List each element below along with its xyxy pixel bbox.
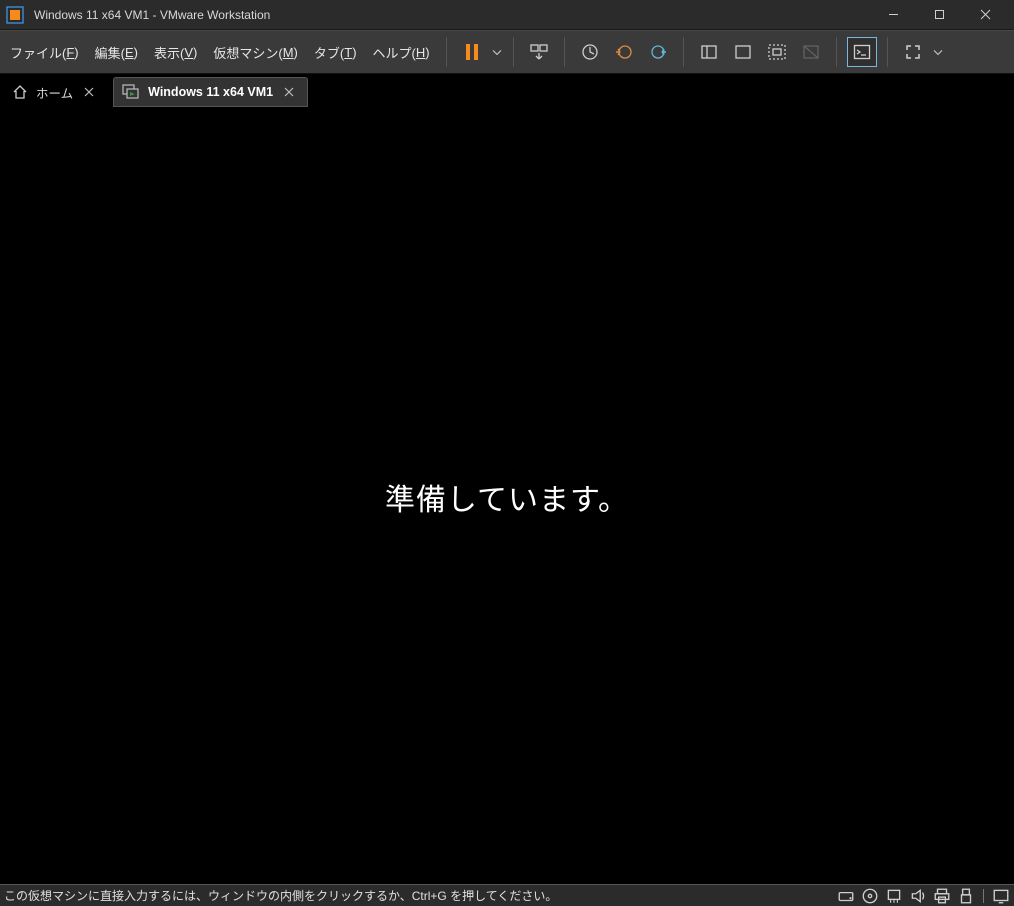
- menu-help-hotkey: H: [416, 45, 425, 60]
- menu-vm-prefix: 仮想マシン(: [213, 43, 282, 62]
- tab-home-label: ホーム: [36, 83, 73, 102]
- take-snapshot-button[interactable]: [575, 37, 605, 67]
- status-hint: この仮想マシンに直接入力するには、ウィンドウの内側をクリックするか、Ctrl+G…: [4, 887, 837, 904]
- tab-vm[interactable]: Windows 11 x64 VM1: [113, 77, 308, 107]
- open-console-button[interactable]: [847, 37, 877, 67]
- tab-home-close[interactable]: [81, 84, 97, 100]
- harddisk-icon[interactable]: [837, 887, 855, 905]
- close-button[interactable]: [962, 2, 1008, 28]
- menu-view-hotkey: V: [184, 45, 193, 60]
- statusbar: この仮想マシンに直接入力するには、ウィンドウの内側をクリックするか、Ctrl+G…: [0, 884, 1014, 906]
- titlebar: Windows 11 x64 VM1 - VMware Workstation: [0, 0, 1014, 30]
- menu-help[interactable]: ヘルプ(H): [365, 31, 438, 73]
- status-separator: [983, 889, 984, 903]
- menu-view-prefix: 表示(: [154, 43, 184, 62]
- menu-tab-prefix: タブ(: [314, 43, 344, 62]
- guest-display[interactable]: 準備しています。: [0, 110, 1014, 884]
- pause-button[interactable]: [457, 37, 487, 67]
- stretch-guest-button[interactable]: [762, 37, 792, 67]
- power-dropdown[interactable]: [489, 42, 505, 62]
- printer-icon[interactable]: [933, 887, 951, 905]
- status-device-icons: [837, 887, 1010, 905]
- tabstrip: ホーム Windows 11 x64 VM1: [0, 74, 1014, 110]
- usb-icon[interactable]: [957, 887, 975, 905]
- menu-file-suffix: ): [74, 45, 78, 60]
- home-icon: [12, 84, 28, 100]
- menu-file-prefix: ファイル(: [10, 43, 66, 62]
- menu-help-suffix: ): [425, 45, 429, 60]
- send-ctrl-alt-del-button[interactable]: [524, 37, 554, 67]
- toolbar-separator: [513, 37, 514, 67]
- menu-file-hotkey: F: [66, 45, 74, 60]
- show-console-view-button[interactable]: [728, 37, 758, 67]
- snapshot-manager-button[interactable]: [643, 37, 673, 67]
- toolbar-separator: [564, 37, 565, 67]
- window-controls: [870, 2, 1008, 28]
- menubar: ファイル(F) 編集(E) 表示(V) 仮想マシン(M) タブ(T) ヘルプ(H…: [0, 30, 1014, 74]
- menu-help-prefix: ヘルプ(: [373, 43, 416, 62]
- menu-edit-suffix: ): [134, 45, 138, 60]
- menu-view[interactable]: 表示(V): [146, 31, 205, 73]
- cddvd-icon[interactable]: [861, 887, 879, 905]
- guest-status-message: 準備しています。: [385, 475, 629, 519]
- app-icon: [6, 6, 24, 24]
- show-sidebar-button[interactable]: [694, 37, 724, 67]
- menu-vm-hotkey: M: [283, 45, 294, 60]
- toolbar-separator: [887, 37, 888, 67]
- vm-running-icon: [122, 84, 140, 100]
- network-adapter-icon[interactable]: [885, 887, 903, 905]
- sound-icon[interactable]: [909, 887, 927, 905]
- display-settings-icon[interactable]: [992, 887, 1010, 905]
- menu-view-suffix: ): [193, 45, 197, 60]
- toolbar-separator: [836, 37, 837, 67]
- menu-tab-suffix: ): [352, 45, 356, 60]
- revert-snapshot-button[interactable]: [609, 37, 639, 67]
- menu-vm[interactable]: 仮想マシン(M): [205, 31, 306, 73]
- menu-edit[interactable]: 編集(E): [87, 31, 146, 73]
- tab-home[interactable]: ホーム: [4, 77, 107, 107]
- toolbar-separator: [446, 37, 447, 67]
- toolbar-separator: [683, 37, 684, 67]
- fullscreen-button[interactable]: [898, 37, 928, 67]
- menu-vm-suffix: ): [294, 45, 298, 60]
- tab-vm-close[interactable]: [281, 84, 297, 100]
- menu-tab-hotkey: T: [344, 45, 352, 60]
- unity-mode-button[interactable]: [796, 37, 826, 67]
- fullscreen-dropdown[interactable]: [930, 42, 946, 62]
- maximize-button[interactable]: [916, 2, 962, 28]
- menu-edit-hotkey: E: [125, 45, 134, 60]
- menu-edit-prefix: 編集(: [95, 43, 125, 62]
- tab-vm-label: Windows 11 x64 VM1: [148, 85, 273, 99]
- window-title: Windows 11 x64 VM1 - VMware Workstation: [34, 8, 870, 22]
- minimize-button[interactable]: [870, 2, 916, 28]
- menu-file[interactable]: ファイル(F): [2, 31, 87, 73]
- menu-tab[interactable]: タブ(T): [306, 31, 365, 73]
